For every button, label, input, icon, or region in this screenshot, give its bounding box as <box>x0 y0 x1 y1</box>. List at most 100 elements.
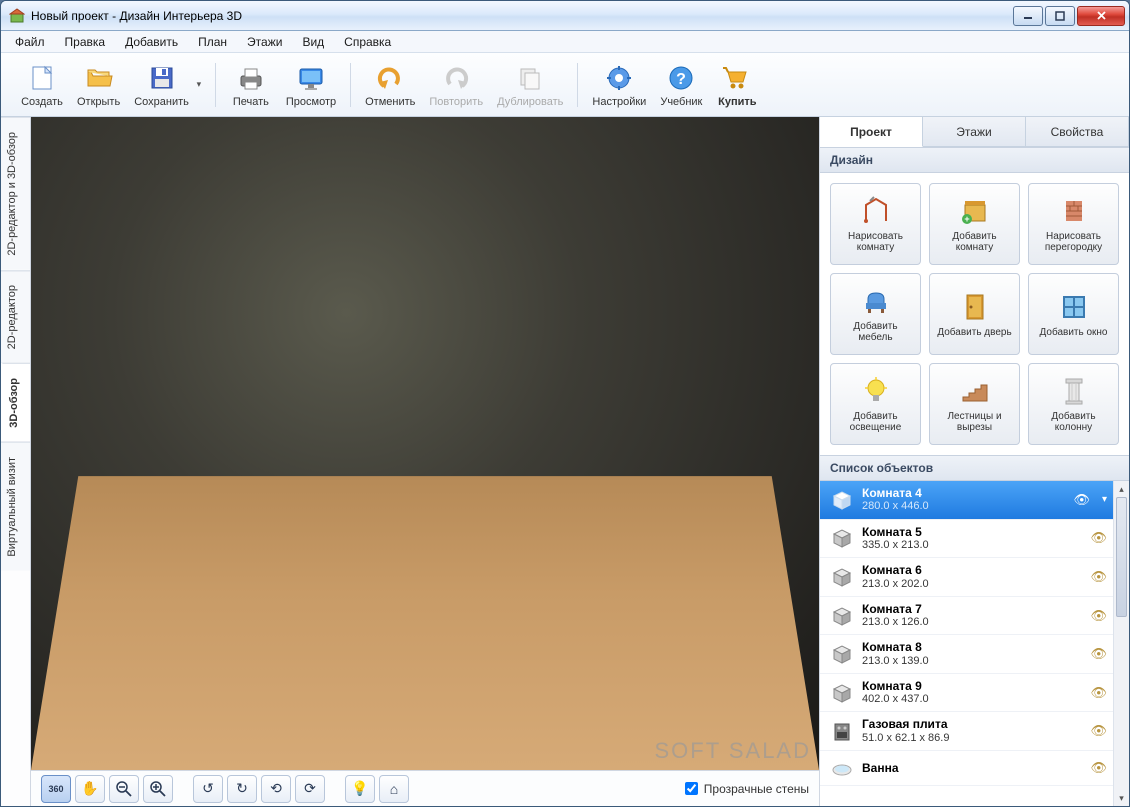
save-dropdown[interactable]: ▾ <box>193 79 205 90</box>
tab-floors[interactable]: Этажи <box>923 117 1026 146</box>
lighting-button[interactable]: 💡 <box>345 775 375 803</box>
object-list-item[interactable]: Комната 8213.0 x 139.0👁 <box>820 635 1129 674</box>
svg-text:?: ? <box>676 71 686 88</box>
object-list-item[interactable]: Газовая плита51.0 x 62.1 x 86.9👁 <box>820 712 1129 751</box>
redo-icon <box>440 62 472 94</box>
create-button[interactable]: Создать <box>17 57 67 113</box>
box-icon <box>830 526 854 550</box>
orbit-360-button[interactable]: 360 <box>41 775 71 803</box>
draw-partition-button[interactable]: Нарисовать перегородку <box>1028 183 1119 265</box>
visibility-eye-icon[interactable]: 👁 <box>1073 492 1090 508</box>
add-column-button[interactable]: Добавить колонну <box>1028 363 1119 445</box>
scroll-thumb[interactable] <box>1116 497 1127 617</box>
tutorial-button[interactable]: ?Учебник <box>656 57 706 113</box>
design-btn-label: Лестницы и вырезы <box>934 411 1015 433</box>
scroll-down-arrow[interactable]: ▾ <box>1114 790 1129 806</box>
draw-room-icon <box>860 195 892 227</box>
undo-button[interactable]: Отменить <box>361 57 419 113</box>
object-name: Газовая плита <box>862 717 1082 731</box>
tab-2d-3d[interactable]: 2D-редактор и 3D-обзор <box>1 117 30 270</box>
tab-properties[interactable]: Свойства <box>1026 117 1129 146</box>
object-name: Комната 4 <box>862 486 1065 500</box>
scroll-up-arrow[interactable]: ▴ <box>1114 481 1129 497</box>
zoom-out-button[interactable] <box>109 775 139 803</box>
add-room-button[interactable]: + Добавить комнату <box>929 183 1020 265</box>
add-window-button[interactable]: Добавить окно <box>1028 273 1119 355</box>
viewport-toolbar: 360 ✋ ↺ ↻ ⟲ ⟳ 💡 ⌂ Прозрачные стены <box>31 770 819 806</box>
zoom-in-button[interactable] <box>143 775 173 803</box>
redo-button[interactable]: Повторить <box>425 57 487 113</box>
object-dimensions: 213.0 x 126.0 <box>862 616 1082 629</box>
object-dimensions: 280.0 x 446.0 <box>862 500 1065 513</box>
box-icon <box>830 681 854 705</box>
menu-plan[interactable]: План <box>188 33 237 51</box>
menu-edit[interactable]: Правка <box>55 33 116 51</box>
add-door-button[interactable]: Добавить дверь <box>929 273 1020 355</box>
design-btn-label: Добавить комнату <box>934 231 1015 253</box>
bath-icon <box>830 756 854 780</box>
maximize-button[interactable] <box>1045 6 1075 26</box>
tilt-left-button[interactable]: ⟲ <box>261 775 291 803</box>
object-list-item[interactable]: Комната 4280.0 x 446.0 👁 ▾ <box>820 481 1129 520</box>
tab-2d[interactable]: 2D-редактор <box>1 270 30 363</box>
home-view-button[interactable]: ⌂ <box>379 775 409 803</box>
visibility-eye-icon[interactable]: 👁 <box>1090 530 1107 546</box>
tab-virtual[interactable]: Виртуальный визит <box>1 442 30 571</box>
right-panel-tabs: Проект Этажи Свойства <box>820 117 1129 147</box>
visibility-eye-icon[interactable]: 👁 <box>1090 569 1107 585</box>
duplicate-button[interactable]: Дублировать <box>493 57 567 113</box>
preview-button[interactable]: Просмотр <box>282 57 340 113</box>
close-button[interactable] <box>1077 6 1125 26</box>
main-toolbar: Создать Открыть Сохранить▾ Печать Просмо… <box>1 53 1129 117</box>
visibility-eye-icon[interactable]: 👁 <box>1090 723 1107 739</box>
right-panel: Проект Этажи Свойства Дизайн Нарисовать … <box>819 117 1129 806</box>
object-list-item[interactable]: Комната 9402.0 x 437.0👁 <box>820 674 1129 713</box>
add-lighting-button[interactable]: Добавить освещение <box>830 363 921 445</box>
object-list: Комната 4280.0 x 446.0👁▾Комната 5335.0 x… <box>820 481 1129 806</box>
visibility-eye-icon[interactable]: 👁 <box>1090 685 1107 701</box>
tab-project[interactable]: Проект <box>820 117 923 147</box>
visibility-eye-icon[interactable]: 👁 <box>1090 760 1107 776</box>
svg-text:+: + <box>964 214 969 224</box>
objects-section-header: Список объектов <box>820 455 1129 481</box>
add-furniture-button[interactable]: Добавить мебель <box>830 273 921 355</box>
object-list-item[interactable]: Ванна👁 <box>820 751 1129 786</box>
visibility-eye-icon[interactable]: 👁 <box>1090 646 1107 662</box>
window-title: Новый проект - Дизайн Интерьера 3D <box>31 9 1013 23</box>
print-button[interactable]: Печать <box>226 57 276 113</box>
printer-icon <box>235 62 267 94</box>
buy-button[interactable]: Купить <box>712 57 762 113</box>
menu-floors[interactable]: Этажи <box>237 33 292 51</box>
menu-file[interactable]: Файл <box>5 33 55 51</box>
tab-3d[interactable]: 3D-обзор <box>1 363 30 442</box>
rotate-ccw-button[interactable]: ↺ <box>193 775 223 803</box>
3d-viewport[interactable]: SOFT SALAD <box>31 117 819 770</box>
add-column-icon <box>1058 375 1090 407</box>
stairs-cutouts-button[interactable]: Лестницы и вырезы <box>929 363 1020 445</box>
scrollbar[interactable]: ▴ ▾ <box>1113 481 1129 806</box>
settings-button[interactable]: Настройки <box>588 57 650 113</box>
object-list-item[interactable]: Комната 6213.0 x 202.0👁 <box>820 558 1129 597</box>
chevron-down-icon[interactable]: ▾ <box>1102 494 1107 505</box>
save-button[interactable]: Сохранить <box>130 57 193 113</box>
object-list-item[interactable]: Комната 7213.0 x 126.0👁 <box>820 597 1129 636</box>
design-btn-label: Добавить окно <box>1040 327 1108 338</box>
design-section-header: Дизайн <box>820 147 1129 173</box>
duplicate-icon <box>514 62 546 94</box>
tilt-right-button[interactable]: ⟳ <box>295 775 325 803</box>
object-name: Комната 8 <box>862 640 1082 654</box>
draw-room-button[interactable]: Нарисовать комнату <box>830 183 921 265</box>
menu-view[interactable]: Вид <box>292 33 334 51</box>
menu-help[interactable]: Справка <box>334 33 401 51</box>
visibility-eye-icon[interactable]: 👁 <box>1090 608 1107 624</box>
object-dimensions: 335.0 x 213.0 <box>862 539 1082 552</box>
transparent-walls-checkbox[interactable]: Прозрачные стены <box>685 782 809 796</box>
open-button[interactable]: Открыть <box>73 57 124 113</box>
object-list-item[interactable]: Комната 5335.0 x 213.0👁 <box>820 520 1129 559</box>
menu-add[interactable]: Добавить <box>115 33 188 51</box>
rotate-cw-button[interactable]: ↻ <box>227 775 257 803</box>
undo-icon <box>374 62 406 94</box>
minimize-button[interactable] <box>1013 6 1043 26</box>
application-window: Новый проект - Дизайн Интерьера 3D Файл … <box>0 0 1130 807</box>
pan-button[interactable]: ✋ <box>75 775 105 803</box>
